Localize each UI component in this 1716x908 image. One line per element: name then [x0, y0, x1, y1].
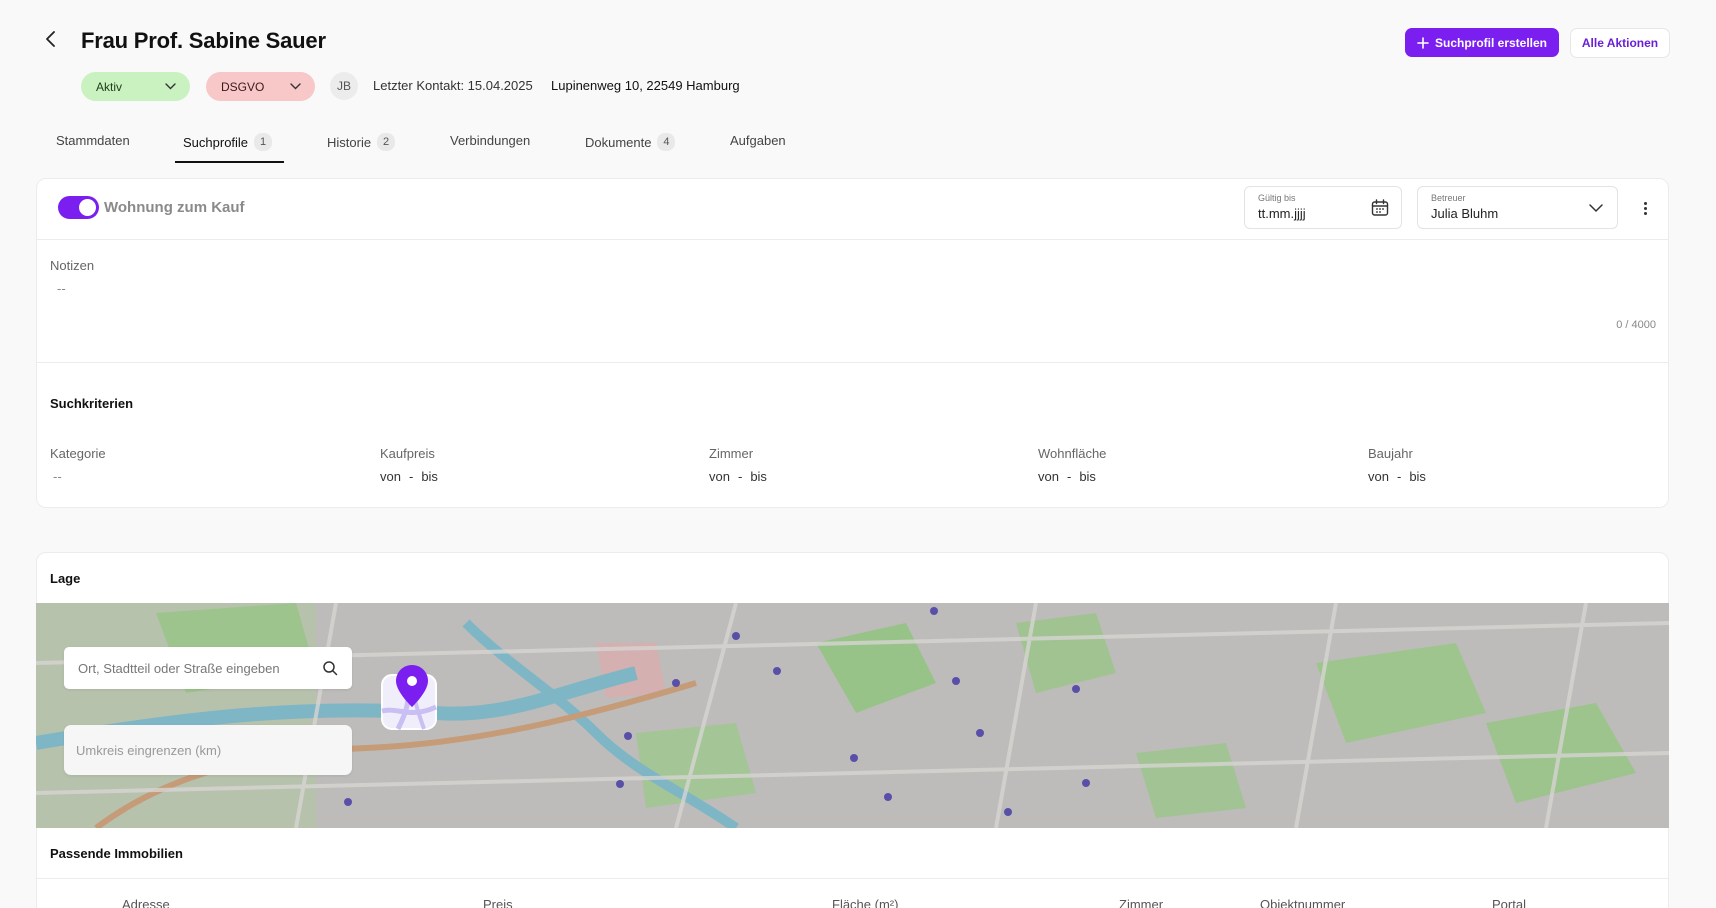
page-title: Frau Prof. Sabine Sauer [81, 28, 326, 53]
column-header-rooms[interactable]: Zimmer [1119, 897, 1163, 908]
create-search-profile-label: Suchprofil erstellen [1434, 35, 1548, 50]
range-separator: - [1066, 469, 1072, 484]
divider [37, 362, 1668, 363]
tab-suchprofile[interactable]: Suchprofile 1 [183, 133, 273, 151]
column-header-object-number[interactable]: Objektnummer [1260, 897, 1345, 908]
chevron-left-icon [46, 31, 55, 47]
criteria-empty-value: -- [53, 469, 62, 484]
profile-active-toggle[interactable] [58, 196, 99, 219]
last-contact: Letzter Kontakt: 15.04.2025 [373, 78, 533, 93]
create-search-profile-button[interactable]: Suchprofil erstellen [1405, 28, 1559, 57]
advisor-label: Betreuer [1431, 193, 1466, 203]
location-search-input[interactable]: Ort, Stadtteil oder Straße eingeben [64, 647, 352, 689]
search-criteria-title: Suchkriterien [50, 396, 134, 411]
map-view[interactable] [36, 603, 1669, 828]
column-header-area[interactable]: Fläche (m²) [832, 897, 898, 908]
range-to[interactable]: bis [750, 469, 767, 484]
calendar-icon[interactable] [1371, 199, 1389, 217]
tab-stammdaten[interactable]: Stammdaten [56, 133, 130, 148]
plus-icon [1417, 36, 1429, 49]
range-from[interactable]: von [1038, 469, 1059, 484]
tab-label: Aufgaben [730, 133, 786, 148]
divider [37, 239, 1668, 240]
criteria-range-price[interactable]: von - bis [380, 469, 438, 484]
map-background [36, 603, 1669, 828]
criteria-label-year-built: Baujahr [1368, 446, 1413, 461]
avatar[interactable]: JB [330, 72, 358, 100]
range-to[interactable]: bis [1409, 469, 1426, 484]
tab-label: Historie [327, 134, 372, 150]
location-title: Lage [50, 571, 81, 586]
status-label: Aktiv [96, 79, 123, 94]
advisor-value: Julia Bluhm [1431, 206, 1499, 221]
active-tab-indicator [175, 161, 284, 163]
all-actions-button[interactable]: Alle Aktionen [1570, 28, 1670, 58]
radius-input[interactable]: Umkreis eingrenzen (km) [64, 725, 352, 775]
range-from[interactable]: von [709, 469, 730, 484]
criteria-range-rooms[interactable]: von - bis [709, 469, 767, 484]
status-dropdown[interactable]: Aktiv [81, 72, 190, 101]
gdpr-label: DSGVO [221, 79, 265, 94]
back-button[interactable] [38, 26, 64, 52]
notes-char-counter: 0 / 4000 [1616, 319, 1656, 331]
divider [37, 878, 1668, 879]
tab-badge: 1 [254, 133, 273, 151]
gdpr-dropdown[interactable]: DSGVO [206, 72, 315, 101]
location-search-placeholder: Ort, Stadtteil oder Straße eingeben [78, 660, 280, 676]
advisor-select[interactable]: Betreuer Julia Bluhm [1417, 186, 1618, 229]
criteria-value-category[interactable]: -- [53, 469, 62, 484]
toggle-knob [79, 199, 96, 216]
chevron-down-icon [1589, 204, 1603, 213]
range-to[interactable]: bis [421, 469, 438, 484]
tab-badge: 2 [377, 133, 396, 151]
valid-until-label: Gültig bis [1258, 193, 1296, 203]
notes-textarea[interactable]: -- [50, 279, 1650, 319]
column-header-portal[interactable]: Portal [1492, 897, 1526, 908]
tab-historie[interactable]: Historie 2 [327, 133, 396, 151]
range-separator: - [408, 469, 414, 484]
tab-label: Verbindungen [450, 133, 531, 148]
tab-label: Dokumente [585, 134, 652, 150]
address: Lupinenweg 10, 22549 Hamburg [551, 78, 740, 93]
chevron-down-icon [165, 83, 176, 90]
tab-aufgaben[interactable]: Aufgaben [730, 133, 786, 148]
column-header-address[interactable]: Adresse [122, 897, 170, 908]
matching-properties-title: Passende Immobilien [50, 846, 183, 861]
tab-label: Suchprofile [183, 134, 249, 150]
criteria-range-living-area[interactable]: von - bis [1038, 469, 1096, 484]
tab-dokumente[interactable]: Dokumente 4 [585, 133, 676, 151]
criteria-label-category: Kategorie [50, 446, 106, 461]
tab-label: Stammdaten [56, 133, 130, 148]
map-pin-icon[interactable] [380, 663, 440, 733]
profile-name: Wohnung zum Kauf [104, 199, 245, 216]
tab-badge: 4 [657, 133, 676, 151]
valid-until-field[interactable]: Gültig bis tt.mm.jjjj [1244, 186, 1402, 229]
criteria-range-year-built[interactable]: von - bis [1368, 469, 1426, 484]
chevron-down-icon [290, 83, 301, 90]
criteria-label-living-area: Wohnfläche [1038, 446, 1107, 461]
more-options-icon[interactable] [1638, 198, 1652, 218]
column-header-price[interactable]: Preis [483, 897, 513, 908]
notes-label: Notizen [50, 258, 95, 273]
range-from[interactable]: von [1368, 469, 1389, 484]
radius-placeholder: Umkreis eingrenzen (km) [76, 742, 222, 758]
range-separator: - [737, 469, 743, 484]
range-separator: - [1396, 469, 1402, 484]
search-icon[interactable] [322, 660, 338, 676]
tab-verbindungen[interactable]: Verbindungen [450, 133, 530, 148]
valid-until-value: tt.mm.jjjj [1258, 206, 1306, 221]
criteria-label-price: Kaufpreis [380, 446, 435, 461]
range-from[interactable]: von [380, 469, 401, 484]
range-to[interactable]: bis [1079, 469, 1096, 484]
criteria-label-rooms: Zimmer [709, 446, 754, 461]
